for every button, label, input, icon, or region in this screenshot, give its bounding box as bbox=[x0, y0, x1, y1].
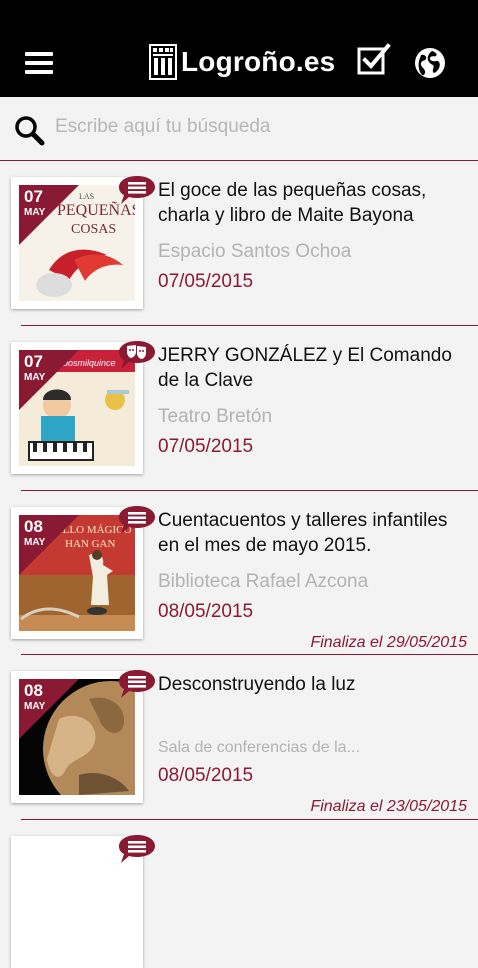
list-separator bbox=[21, 654, 478, 655]
event-date: 07/05/2015 bbox=[158, 436, 254, 457]
list-separator bbox=[21, 490, 478, 491]
logo-castle-icon bbox=[149, 44, 177, 80]
brand-logo[interactable]: Logroño.es bbox=[148, 42, 335, 82]
search-bar bbox=[0, 97, 478, 161]
event-date: 08/05/2015 bbox=[158, 765, 254, 786]
list-icon bbox=[119, 176, 155, 204]
checkbox-icon[interactable] bbox=[357, 43, 391, 77]
event-venue: Biblioteca Rafael Azcona bbox=[158, 571, 369, 592]
event-venue: Teatro Bretón bbox=[158, 406, 273, 427]
top-navigation-bar: Logroño.es bbox=[0, 0, 478, 97]
search-icon[interactable] bbox=[13, 114, 45, 146]
event-thumbnail: ILLO MÁGICO HAN GAN 08 MAY bbox=[11, 506, 155, 639]
list-icon bbox=[119, 835, 155, 863]
image-caption: LAS bbox=[79, 192, 94, 201]
event-date: 08/05/2015 bbox=[158, 601, 254, 622]
event-thumbnail: 08 MAY bbox=[11, 670, 155, 803]
event-title: JERRY GONZÁLEZ y El Comando de la Clave bbox=[158, 345, 452, 391]
event-month: MAY bbox=[24, 207, 46, 218]
brand-name: Logroño.es bbox=[181, 46, 336, 77]
event-day: 08 bbox=[24, 517, 43, 536]
event-month: MAY bbox=[24, 537, 46, 548]
event-thumbnail: dosmilquince 07 MAY bbox=[11, 341, 155, 474]
list-separator bbox=[21, 325, 478, 326]
search-input[interactable] bbox=[55, 112, 455, 142]
event-title: Cuentacuentos y talleres infantiles en e… bbox=[158, 510, 448, 556]
list-icon bbox=[119, 670, 155, 698]
event-day: 07 bbox=[24, 187, 43, 206]
event-thumbnail: LAS PEQUEÑAS COSAS 07 MAY bbox=[11, 176, 155, 309]
list-separator bbox=[21, 819, 478, 820]
event-day: 08 bbox=[24, 681, 43, 700]
event-venue: Sala de conferencias de la... bbox=[158, 739, 360, 756]
globe-icon[interactable] bbox=[414, 47, 446, 79]
event-end-date: Finaliza el 29/05/2015 bbox=[310, 634, 467, 651]
menu-button[interactable] bbox=[25, 52, 53, 74]
event-venue: Espacio Santos Ochoa bbox=[158, 241, 352, 262]
event-title: El goce de las pequeñas cosas, charla y … bbox=[158, 180, 427, 226]
theater-masks-icon bbox=[119, 341, 155, 369]
event-thumbnail bbox=[11, 835, 155, 968]
event-date: 07/05/2015 bbox=[158, 271, 254, 292]
event-title: Desconstruyendo la luz bbox=[158, 674, 356, 695]
event-day: 07 bbox=[24, 352, 43, 371]
menu-icon bbox=[25, 52, 53, 56]
list-icon bbox=[119, 506, 155, 534]
event-month: MAY bbox=[24, 372, 46, 383]
event-end-date: Finaliza el 23/05/2015 bbox=[310, 798, 467, 815]
event-month: MAY bbox=[24, 701, 46, 712]
